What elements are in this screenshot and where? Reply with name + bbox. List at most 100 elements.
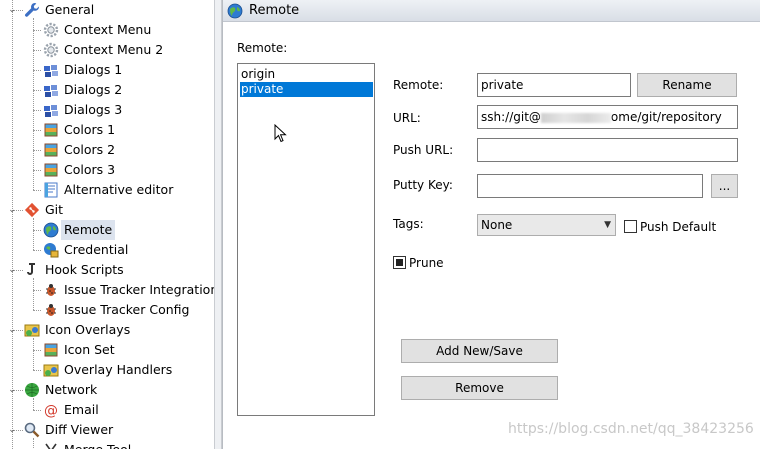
- list-item[interactable]: private: [240, 82, 373, 97]
- tree-item-label: Diff Viewer: [45, 422, 114, 437]
- tree-item-label: Colors 3: [64, 162, 116, 177]
- tree-item-remote[interactable]: Remote: [0, 220, 214, 240]
- remote-settings-panel: Remote Remote: origin private Remote: pr…: [222, 0, 760, 449]
- expand-toggle-icon[interactable]: ⌄: [7, 260, 17, 280]
- add-new-save-button[interactable]: Add New/Save: [401, 339, 558, 363]
- tree-item-label: Icon Overlays: [45, 322, 131, 337]
- tree-item-colors-2[interactable]: Colors 2: [0, 140, 214, 160]
- tree-item-dialogs-3[interactable]: Dialogs 3: [0, 100, 214, 120]
- remove-button[interactable]: Remove: [401, 376, 558, 400]
- expand-toggle-icon[interactable]: ⌄: [7, 420, 17, 440]
- tree-item-colors-3[interactable]: Colors 3: [0, 160, 214, 180]
- tags-label: Tags:: [393, 217, 424, 231]
- url-field[interactable]: ssh://git@ ome/git/repository: [477, 105, 738, 129]
- tree-item-overlay-handlers[interactable]: Overlay Handlers: [0, 360, 214, 380]
- tree-item-merge-tool[interactable]: Merge Tool: [0, 440, 214, 449]
- tree-item-label: Context Menu 2: [64, 42, 164, 57]
- colors-icon: [43, 162, 59, 178]
- tree-item-label: Issue Tracker Config: [64, 302, 190, 317]
- gear-icon: [43, 22, 59, 38]
- expand-toggle-icon[interactable]: ⌄: [7, 320, 17, 340]
- credential-icon: [43, 242, 59, 258]
- colors-icon: [43, 342, 59, 358]
- wrench-icon: [24, 2, 40, 18]
- browse-putty-key-button[interactable]: ...: [711, 174, 738, 198]
- remote-list-label: Remote:: [237, 41, 288, 55]
- tree-item-label: Alternative editor: [64, 182, 174, 197]
- dialogs-icon: [43, 102, 59, 118]
- tree-item-label: Email: [64, 402, 99, 417]
- tree-item-label: Context Menu: [64, 22, 152, 37]
- tree-item-issue-tracker-config[interactable]: Issue Tracker Config: [0, 300, 214, 320]
- list-item[interactable]: origin: [240, 67, 373, 82]
- tree-item-label: Git: [45, 202, 64, 217]
- svg-text:@: @: [44, 403, 58, 418]
- tree-item-dialogs-1[interactable]: Dialogs 1: [0, 60, 214, 80]
- remote-name-field[interactable]: private: [477, 73, 631, 97]
- expand-toggle-icon[interactable]: ⌄: [7, 0, 17, 20]
- push-url-field[interactable]: [477, 138, 738, 162]
- push-default-checkbox[interactable]: [624, 220, 637, 233]
- at-icon: @: [43, 402, 59, 419]
- overlay-icon: [24, 322, 40, 338]
- tree-item-label: Network: [45, 382, 98, 397]
- tree-item-label: Dialogs 1: [64, 62, 123, 77]
- bug-icon: [43, 302, 59, 318]
- url-suffix: ome/git/repository: [610, 110, 722, 124]
- tree-item-label: Hook Scripts: [45, 262, 124, 277]
- tree-item-label: Colors 2: [64, 142, 116, 157]
- tree-item-hook-scripts[interactable]: ⌄ Hook Scripts: [0, 260, 214, 280]
- tree-item-label: Icon Set: [64, 342, 115, 357]
- expand-toggle-icon[interactable]: ⌄: [7, 380, 17, 400]
- tree-item-alternative-editor[interactable]: Alternative editor: [0, 180, 214, 200]
- panel-splitter[interactable]: [214, 0, 222, 449]
- tree-item-label: Overlay Handlers: [64, 362, 173, 377]
- colors-icon: [43, 142, 59, 158]
- network-icon: [24, 382, 40, 398]
- tags-select[interactable]: None ▼: [477, 214, 616, 236]
- redacted-host: [540, 112, 611, 123]
- tree-item-label: General: [45, 2, 95, 17]
- url-prefix: ssh://git@: [481, 110, 541, 124]
- remote-name-label: Remote:: [393, 78, 444, 92]
- editor-icon: [43, 182, 59, 198]
- expand-toggle-icon[interactable]: ⌄: [7, 200, 17, 220]
- hook-icon: [24, 262, 40, 278]
- watermark: https://blog.csdn.net/qq_38423256: [508, 421, 754, 437]
- tree-item-network[interactable]: ⌄ Network: [0, 380, 214, 400]
- tree-item-credential[interactable]: Credential: [0, 240, 214, 260]
- putty-key-field[interactable]: [477, 174, 703, 198]
- overlay-icon: [43, 362, 59, 378]
- tree-item-label: Issue Tracker Integration: [64, 282, 214, 297]
- push-url-label: Push URL:: [393, 143, 454, 157]
- globe-icon: [43, 222, 59, 238]
- tree-item-icon-set[interactable]: Icon Set: [0, 340, 214, 360]
- colors-icon: [43, 122, 59, 138]
- tree-item-general[interactable]: ⌄ General: [0, 0, 214, 20]
- putty-key-label: Putty Key:: [393, 178, 453, 192]
- settings-tree[interactable]: ⌄ General Context Menu Context Menu 2 Dialog…: [0, 0, 214, 449]
- gear-icon: [43, 42, 59, 58]
- tree-item-git[interactable]: ⌄ Git: [0, 200, 214, 220]
- tree-item-issue-tracker-integration[interactable]: Issue Tracker Integration: [0, 280, 214, 300]
- tree-item-colors-1[interactable]: Colors 1: [0, 120, 214, 140]
- tree-item-label: Credential: [64, 242, 129, 257]
- panel-title: Remote: [249, 3, 300, 18]
- tree-item-context-menu[interactable]: Context Menu: [0, 20, 214, 40]
- prune-checkbox[interactable]: [393, 256, 406, 269]
- remote-list[interactable]: origin private: [237, 63, 375, 416]
- tree-item-email[interactable]: @ Email: [0, 400, 214, 420]
- git-icon: [24, 202, 40, 218]
- tags-selected-value: None: [481, 218, 513, 232]
- dialogs-icon: [43, 82, 59, 98]
- chevron-down-icon: ▼: [604, 220, 611, 230]
- tree-item-dialogs-2[interactable]: Dialogs 2: [0, 80, 214, 100]
- tree-item-label: Dialogs 2: [64, 82, 123, 97]
- tree-item-diff-viewer[interactable]: ⌄ Diff Viewer: [0, 420, 214, 440]
- rename-button[interactable]: Rename: [637, 73, 737, 97]
- tree-item-icon-overlays[interactable]: ⌄ Icon Overlays: [0, 320, 214, 340]
- tree-item-context-menu-2[interactable]: Context Menu 2: [0, 40, 214, 60]
- globe-icon: [227, 3, 243, 19]
- magnifier-icon: [24, 422, 40, 438]
- prune-label: Prune: [409, 256, 444, 270]
